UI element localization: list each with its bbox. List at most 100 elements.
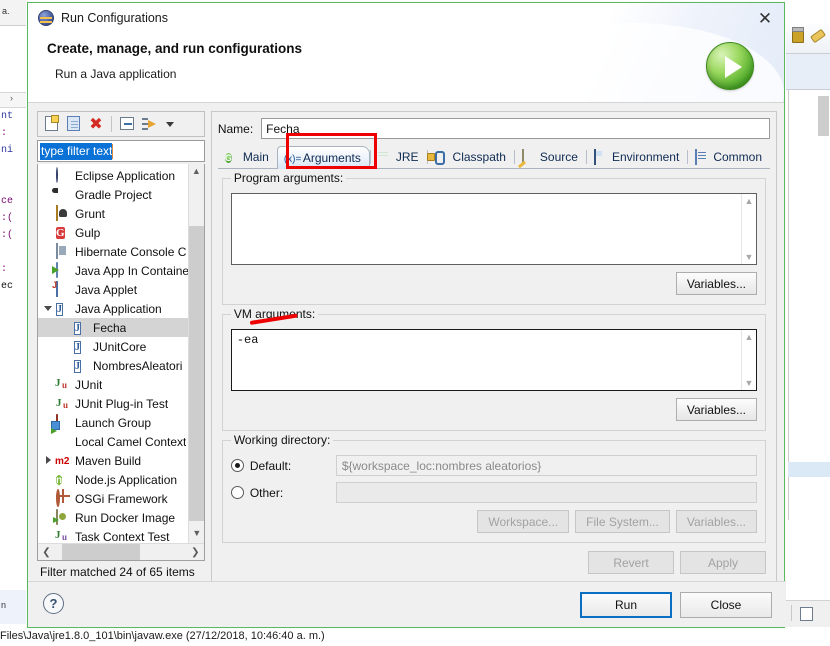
- gradle-icon: [55, 187, 71, 203]
- tree-item-eclipse-application[interactable]: Eclipse Application: [38, 166, 188, 185]
- nodejs-icon: n: [55, 472, 71, 488]
- tree-scroll-area: Eclipse Application Gradle Project Grunt: [38, 164, 188, 543]
- text-caret: [112, 144, 113, 159]
- other-directory-input[interactable]: [336, 482, 757, 503]
- maven-icon: m2: [55, 453, 71, 469]
- scrollbar-track[interactable]: [55, 544, 187, 561]
- tree-item-java-applet[interactable]: Java Applet: [38, 280, 188, 299]
- tree-item-task-context-test[interactable]: Task Context Test: [38, 527, 188, 543]
- scroll-up-icon[interactable]: ▲: [189, 164, 204, 181]
- tree-item-run-docker-image[interactable]: Run Docker Image: [38, 508, 188, 527]
- page-subtitle: Run a Java application: [55, 67, 176, 81]
- tab-jre[interactable]: JRE: [371, 146, 427, 168]
- chevron-down-icon[interactable]: [162, 115, 180, 133]
- tree-item-junit[interactable]: JUnit: [38, 375, 188, 394]
- name-row: Name:: [218, 118, 770, 139]
- chevron-down-icon[interactable]: [42, 299, 55, 318]
- program-arguments-scrollbar[interactable]: ▲ ▼: [741, 194, 756, 264]
- tree-item-java-app-in-container[interactable]: Java App In Containe: [38, 261, 188, 280]
- scroll-down-icon[interactable]: ▼: [745, 252, 754, 262]
- working-directory-other-row[interactable]: Other:: [231, 482, 757, 503]
- chevron-right-icon[interactable]: [42, 451, 55, 470]
- tree-item-osgi-framework[interactable]: OSGi Framework: [38, 489, 188, 508]
- configurations-tree-panel: ✖ type filter text Eclipse Application: [37, 111, 205, 583]
- tree-item-gradle-project[interactable]: Gradle Project: [38, 185, 188, 204]
- tree-item-maven-build[interactable]: m2 Maven Build: [38, 451, 188, 470]
- vm-arguments-scrollbar[interactable]: ▲ ▼: [741, 330, 756, 390]
- tree-item-nombresaleatorios[interactable]: J NombresAleatori: [38, 356, 188, 375]
- tab-classpath[interactable]: Classpath: [428, 146, 514, 168]
- working-directory-variables-button[interactable]: Variables...: [676, 510, 757, 533]
- filter-status-text: Filter matched 24 of 65 items: [37, 561, 205, 583]
- vm-arguments-label: VM arguments:: [231, 307, 318, 321]
- background-selection: [788, 462, 830, 477]
- filter-icon[interactable]: [140, 115, 158, 133]
- run-button[interactable]: Run: [580, 592, 672, 618]
- workspace-button[interactable]: Workspace...: [477, 510, 569, 533]
- filter-input-wrapper[interactable]: type filter text: [37, 140, 205, 162]
- java-application-icon: J: [73, 358, 89, 374]
- tab-environment[interactable]: Environment: [587, 146, 687, 168]
- java-application-icon: J: [55, 301, 71, 317]
- name-input[interactable]: [261, 118, 770, 139]
- program-arguments-field-wrapper[interactable]: ▲ ▼: [231, 193, 757, 265]
- close-icon[interactable]: ✕: [754, 8, 776, 30]
- revert-apply-buttons: Revert Apply: [588, 551, 766, 574]
- tree-vertical-scrollbar[interactable]: ▲ ▼: [188, 164, 204, 543]
- scrollbar-thumb[interactable]: [62, 544, 140, 561]
- scroll-down-icon[interactable]: ▼: [745, 378, 754, 388]
- help-icon[interactable]: ?: [43, 593, 64, 614]
- scroll-left-icon[interactable]: ❮: [38, 547, 55, 558]
- tab-arguments[interactable]: (x)= Arguments: [277, 146, 370, 169]
- junit-plugin-icon: [55, 396, 71, 412]
- vm-variables-button[interactable]: Variables...: [676, 398, 757, 421]
- tree-item-junitcore[interactable]: J JUnitCore: [38, 337, 188, 356]
- tree-item-java-application[interactable]: J Java Application: [38, 299, 188, 318]
- revert-button[interactable]: Revert: [588, 551, 674, 574]
- scrollbar-thumb[interactable]: [189, 226, 205, 521]
- camel-icon: [55, 434, 71, 450]
- name-label: Name:: [218, 122, 253, 136]
- tab-main[interactable]: G Main: [218, 146, 277, 168]
- program-arguments-input[interactable]: [232, 194, 756, 264]
- tree-horizontal-scrollbar[interactable]: ❮ ❯: [38, 543, 204, 560]
- tree-item-junit-plugin-test[interactable]: JUnit Plug-in Test: [38, 394, 188, 413]
- scroll-down-icon[interactable]: ▼: [189, 526, 205, 543]
- vm-arguments-field-wrapper[interactable]: ▲ ▼: [231, 329, 757, 391]
- duplicate-configuration-icon[interactable]: [65, 115, 83, 133]
- tree-item-nodejs-application[interactable]: n Node.js Application: [38, 470, 188, 489]
- tree-item-launch-group[interactable]: Launch Group: [38, 413, 188, 432]
- arguments-tab-page: Program arguments: ▲ ▼ Variables... VM: [218, 169, 770, 582]
- program-variables-button[interactable]: Variables...: [676, 272, 757, 295]
- tree-item-label: Maven Build: [75, 454, 141, 468]
- tree-item-local-camel-context[interactable]: Local Camel Context: [38, 432, 188, 451]
- default-radio[interactable]: [231, 459, 244, 472]
- close-button[interactable]: Close: [680, 592, 772, 618]
- scroll-up-icon[interactable]: ▲: [745, 332, 754, 342]
- collapse-all-icon[interactable]: [118, 115, 136, 133]
- vm-arguments-input[interactable]: [232, 330, 756, 390]
- scroll-up-icon[interactable]: ▲: [745, 196, 754, 206]
- gulp-icon: G: [55, 225, 71, 241]
- scroll-right-icon[interactable]: ❯: [187, 547, 204, 558]
- tree-item-label: Java Application: [75, 302, 162, 316]
- delete-configuration-icon[interactable]: ✖: [87, 115, 105, 133]
- tree-item-gulp[interactable]: G Gulp: [38, 223, 188, 242]
- tree-item-hibernate-console[interactable]: Hibernate Console C: [38, 242, 188, 261]
- background-scrollbar[interactable]: [818, 96, 829, 136]
- configurations-tree[interactable]: Eclipse Application Gradle Project Grunt: [37, 164, 205, 561]
- apply-button[interactable]: Apply: [680, 551, 766, 574]
- tab-common[interactable]: Common: [688, 146, 770, 168]
- tree-item-fecha[interactable]: J Fecha: [38, 318, 188, 337]
- tab-source[interactable]: Source: [515, 146, 586, 168]
- tree-item-grunt[interactable]: Grunt: [38, 204, 188, 223]
- twisty-placeholder: [42, 204, 55, 223]
- new-configuration-icon[interactable]: [43, 115, 61, 133]
- working-directory-default-row[interactable]: Default:: [231, 455, 757, 476]
- tab-label: JRE: [396, 150, 419, 164]
- program-arguments-buttons: Variables...: [231, 272, 757, 295]
- other-radio[interactable]: [231, 486, 244, 499]
- working-directory-buttons: Workspace... File System... Variables...: [231, 510, 757, 533]
- filter-input[interactable]: type filter text: [40, 143, 112, 160]
- file-system-button[interactable]: File System...: [575, 510, 670, 533]
